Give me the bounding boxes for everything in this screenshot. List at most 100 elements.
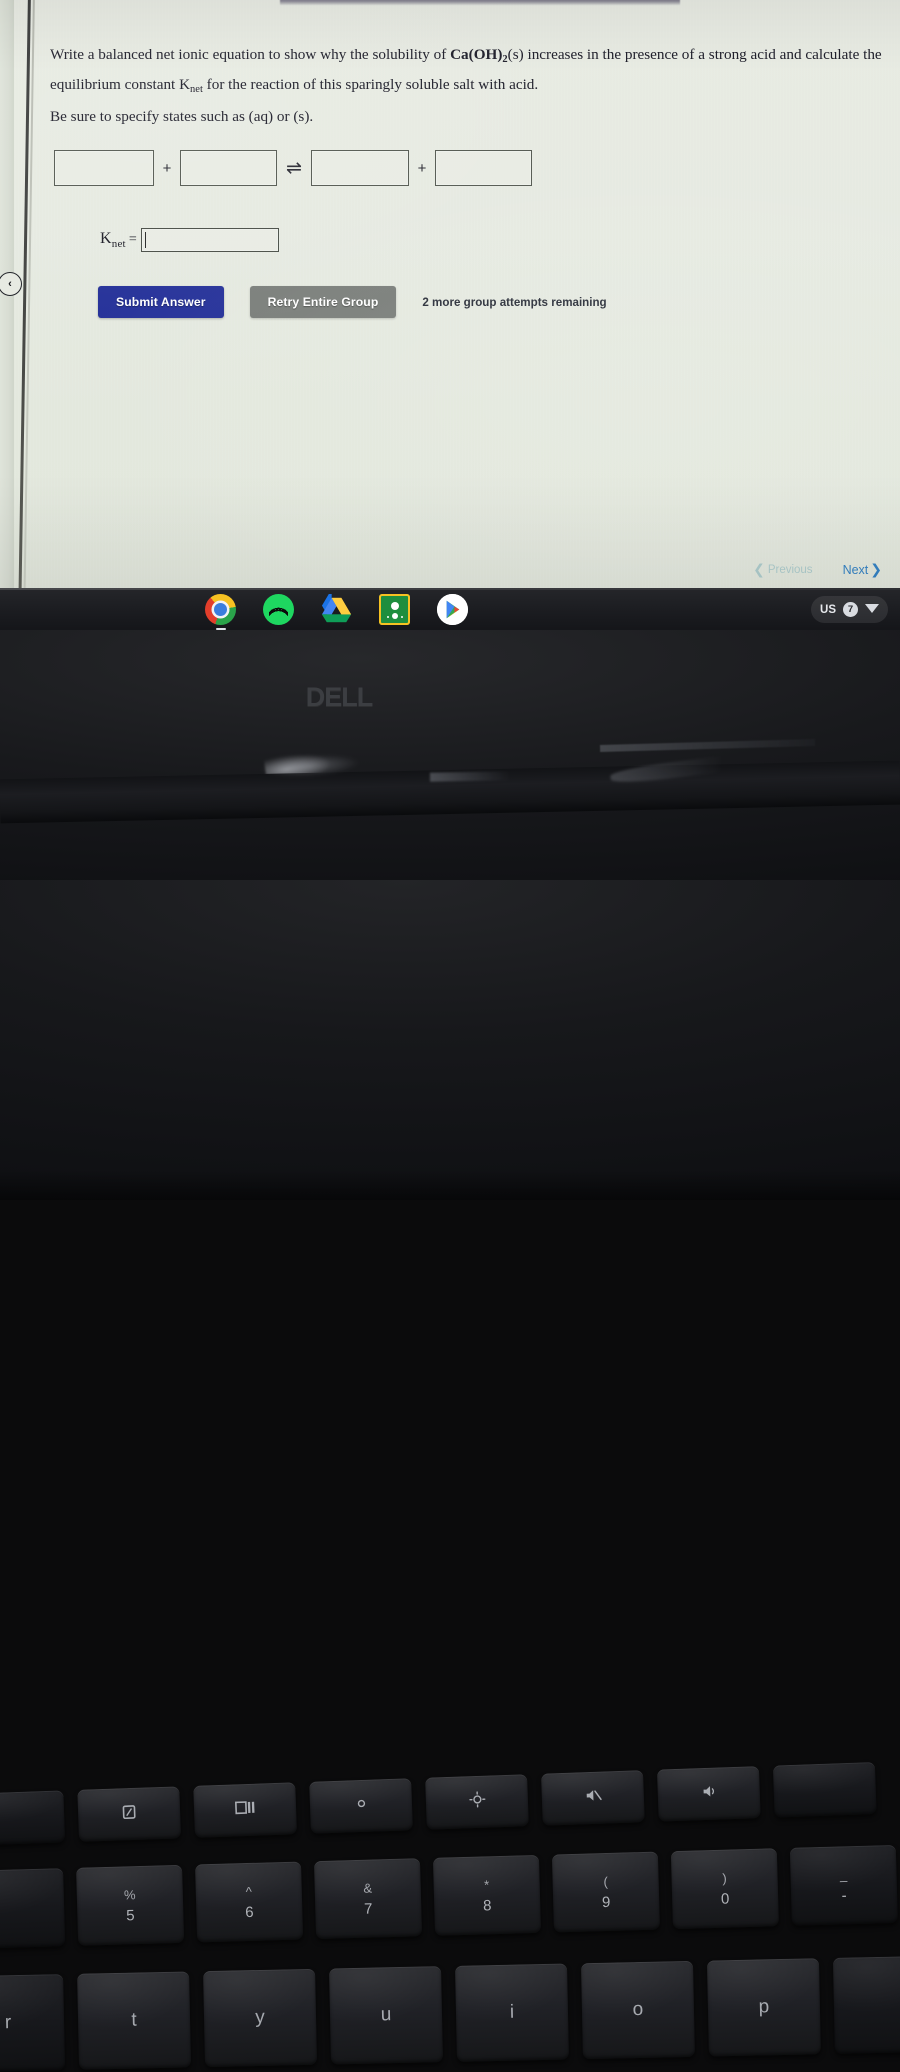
states-note: Be sure to specify states such as (aq) o… [50,108,313,126]
play-store-icon[interactable] [437,594,468,625]
previous-label: Previous [768,564,813,576]
brightness-up-icon [468,1791,486,1814]
sidebar-collapse-button[interactable]: ‹ [0,272,22,296]
chromeos-shelf: US 7 [0,588,900,632]
volume-icon [700,1784,718,1805]
previous-link[interactable]: ❮ Previous [753,562,812,578]
key-t-label: t [131,2010,137,2032]
brightness-down-icon [354,1797,368,1815]
chrome-icon[interactable] [205,594,236,625]
key-y-label: y [255,2007,265,2029]
attempts-remaining-text: 2 more group attempts remaining [422,296,606,309]
key-i[interactable]: i [455,1964,569,2062]
deck-smudge-center [430,771,510,781]
key-8[interactable]: *8 [433,1855,541,1936]
next-link[interactable]: Next ❯ [843,562,882,578]
chevron-left-icon: ‹ [8,278,12,290]
key-r-label: r [5,2012,12,2034]
key-r[interactable]: r [0,1974,65,2072]
chemical-formula: Ca(OH)2 [450,46,508,63]
key-u[interactable]: u [329,1966,443,2064]
window-overview-icon [235,1800,256,1821]
key-7-shift: & [363,1880,372,1895]
knet-input[interactable] [141,228,279,252]
key-5-base: 5 [126,1907,135,1924]
key-partial-left[interactable] [0,1790,65,1846]
keyboard-deck: %5 ^6 &7 *8 (9 )0 _- r t y u i o p [0,880,900,1200]
shelf-status-tray[interactable]: US 7 [811,596,888,623]
key-minus-base: - [841,1887,846,1904]
key-minus[interactable]: _- [790,1845,898,1926]
question-pager: ❮ Previous Next ❯ [753,562,882,578]
formula-state: (s) [508,46,524,63]
key-u-label: u [380,2004,391,2026]
volume-down-key[interactable] [657,1766,761,1822]
key-t[interactable]: t [77,1971,191,2069]
formula-base: Ca(OH) [450,46,502,63]
prompt-text-part3: for the reaction of this sparingly solub… [203,76,538,93]
key-minus-shift: _ [840,1867,848,1882]
key-7[interactable]: &7 [314,1858,422,1939]
key-0-shift: ) [722,1870,727,1885]
key-partial-right[interactable] [833,1956,900,2054]
overview-key[interactable] [193,1782,297,1838]
key-6[interactable]: ^6 [195,1862,303,1943]
key-6-shift: ^ [245,1883,252,1898]
knet-label: Knet [100,230,126,250]
reactant-input-2[interactable] [180,150,277,186]
equation-row: + ⇌ + [54,150,532,186]
chevron-right-small-icon: ❯ [870,562,882,578]
google-classroom-icon[interactable] [379,594,410,625]
volume-up-key[interactable] [773,1762,877,1818]
key-p[interactable]: p [707,1958,821,2056]
equals-sign: = [129,232,137,248]
fullscreen-key[interactable] [77,1786,181,1842]
key-o-label: o [632,1999,643,2021]
knet-subscript-inline: net [190,84,203,95]
knet-label-base: K [100,230,112,247]
google-drive-icon[interactable] [321,594,352,625]
key-9-shift: ( [603,1873,608,1888]
spotify-icon[interactable] [263,594,294,625]
key-0-base: 0 [721,1890,730,1907]
brightness-down-key[interactable] [309,1778,413,1834]
key-p-label: p [758,1996,769,2018]
retry-entire-group-button[interactable]: Retry Entire Group [250,286,397,318]
key-8-shift: * [484,1877,489,1892]
chevron-left-small-icon: ❮ [753,562,765,578]
key-9[interactable]: (9 [552,1852,660,1933]
dell-logo-text: DELL [306,682,373,713]
knet-row: Knet = [100,228,279,252]
submit-answer-button[interactable]: Submit Answer [98,286,224,318]
fullscreen-icon [121,1803,138,1825]
prompt-text-part1: Write a balanced net ionic equation to s… [50,46,450,63]
notification-badge[interactable]: 7 [843,602,858,617]
screen-left-strip [0,0,14,592]
key-8-base: 8 [483,1897,492,1914]
text-caret [145,232,146,248]
key-5[interactable]: %5 [76,1865,184,1946]
reactant-input-1[interactable] [54,150,154,186]
keyboard-letter-row: r t y u i o p [0,1956,900,2072]
volume-mute-icon [584,1788,602,1809]
key-0[interactable]: )0 [671,1848,779,1929]
question-content: Write a balanced net ionic equation to s… [40,0,900,592]
key-y[interactable]: y [203,1969,317,2067]
wifi-icon[interactable] [865,601,879,619]
key-i-label: i [510,2002,515,2024]
keyboard-layout-indicator[interactable]: US [820,604,836,616]
key-o[interactable]: o [581,1961,695,2059]
mute-key[interactable] [541,1770,645,1826]
key-9-base: 9 [602,1893,611,1910]
product-input-1[interactable] [311,150,409,186]
key-5-shift: % [124,1887,136,1902]
dell-logo: DELL [279,680,399,714]
knet-label-subscript: net [112,238,126,250]
laptop-screen: ‹ Write a balanced net ionic equation to… [0,0,900,592]
keyboard-number-row: %5 ^6 &7 *8 (9 )0 _- [0,1845,898,1949]
key-partial-left-num[interactable] [0,1868,65,1949]
brightness-up-key[interactable] [425,1774,529,1830]
product-input-2[interactable] [435,150,532,186]
key-7-base: 7 [364,1900,373,1917]
keyboard-function-row [0,1762,877,1846]
